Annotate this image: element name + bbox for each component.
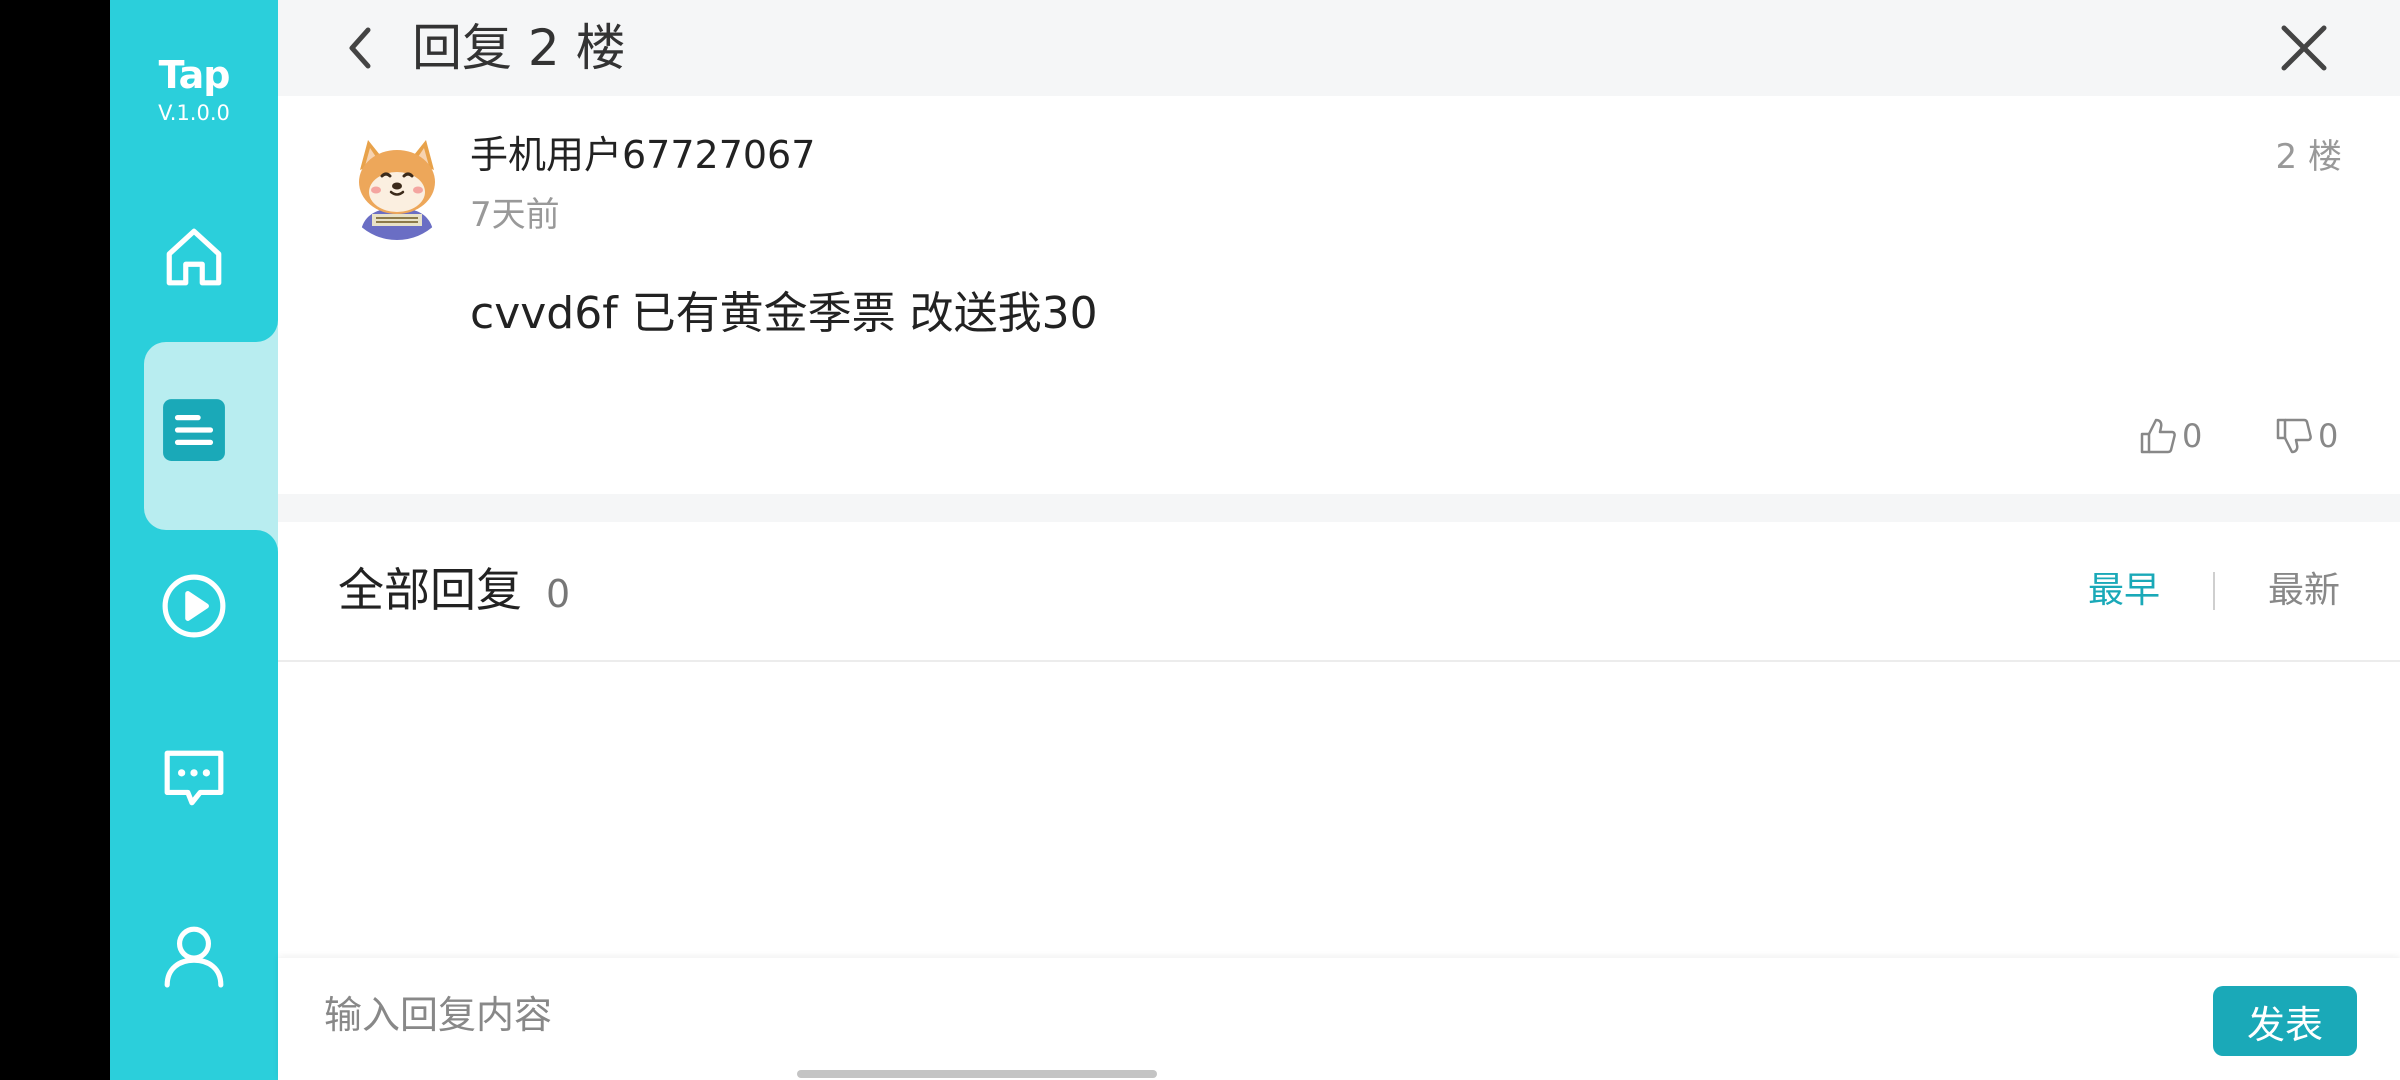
home-indicator[interactable] <box>797 1070 1157 1078</box>
like-count: 0 <box>2182 417 2203 455</box>
back-button[interactable] <box>336 22 386 74</box>
top-bar: 回复 2 楼 <box>278 0 2400 96</box>
reply-input[interactable] <box>322 982 2026 1048</box>
username[interactable]: 手机用户67727067 <box>470 132 815 178</box>
sort-divider <box>2213 572 2215 610</box>
main-panel: 回复 2 楼 手机用户67727067 7天前 2 楼 cvvd6f 已有黄金季… <box>278 0 2400 1080</box>
brand-logo: Tap <box>158 53 231 97</box>
replies-title: 全部回复 <box>338 563 522 617</box>
sidebar-item-messages[interactable] <box>110 698 278 858</box>
play-icon <box>162 574 226 638</box>
thumbs-down-icon <box>2276 418 2312 454</box>
replies-header: 全部回复 0 最早 最新 <box>278 522 2400 662</box>
chat-icon <box>164 750 224 806</box>
post-timestamp: 7天前 <box>470 195 560 235</box>
shiba-avatar-icon <box>342 130 452 240</box>
home-icon <box>166 228 222 286</box>
like-button[interactable]: 0 <box>2138 414 2202 458</box>
sidebar-item-video[interactable] <box>110 526 278 686</box>
brand: Tap V.1.0.0 <box>110 50 278 126</box>
close-icon <box>2281 25 2327 71</box>
sidebar-item-profile[interactable] <box>110 876 278 1036</box>
post-content: cvvd6f 已有黄金季票 改送我30 <box>470 288 1098 339</box>
app-version: V.1.0.0 <box>158 101 230 125</box>
avatar[interactable] <box>342 130 452 240</box>
floor-number: 2 楼 <box>2275 137 2342 177</box>
sort-earliest-tab[interactable]: 最早 <box>2088 566 2160 616</box>
thumbs-up-icon <box>2140 418 2176 454</box>
reply-composer: 发表 <box>278 958 2400 1080</box>
sidebar-item-home[interactable] <box>110 176 278 336</box>
sidebar-item-forum[interactable] <box>110 350 278 510</box>
dislike-count: 0 <box>2318 417 2339 455</box>
sort-newest-tab[interactable]: 最新 <box>2268 566 2340 616</box>
chevron-left-icon <box>349 27 371 69</box>
close-button[interactable] <box>2274 18 2334 78</box>
post-card: 手机用户67727067 7天前 2 楼 cvvd6f 已有黄金季票 改送我30… <box>278 96 2400 494</box>
page-title: 回复 2 楼 <box>412 19 626 77</box>
send-button[interactable]: 发表 <box>2213 986 2357 1056</box>
reply-list <box>278 662 2400 958</box>
dislike-button[interactable]: 0 <box>2274 414 2338 458</box>
replies-count: 0 <box>546 572 571 616</box>
sidebar: Tap V.1.0.0 <box>110 0 278 1080</box>
user-icon <box>164 926 224 988</box>
app-root: Tap V.1.0.0 回复 2 楼 手机用户67727067 7天前 2 楼 … <box>0 0 2400 1080</box>
forum-list-icon <box>163 399 225 461</box>
